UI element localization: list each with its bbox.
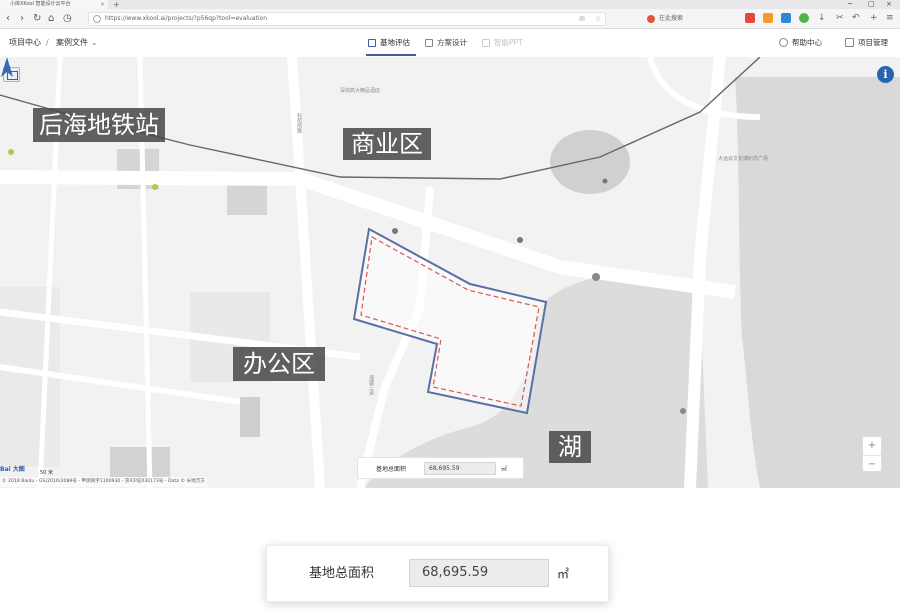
help-center-label: 帮助中心 <box>792 38 822 47</box>
annotation-lake: 湖 <box>549 431 591 463</box>
evaluation-icon <box>368 39 376 47</box>
annotation-office-area: 办公区 <box>233 347 325 381</box>
browser-toolbar: ‹ › ↻ ⌂ ◷ https://www.xkool.ai/projects/… <box>0 9 900 29</box>
extension-green-icon[interactable] <box>799 13 809 23</box>
site-favicon-icon <box>93 15 101 23</box>
site-area-zoom-panel: 基地总面积 68,695.59 ㎡ <box>266 545 609 602</box>
poi-dot <box>152 184 158 190</box>
undo-icon[interactable]: ↶ <box>852 12 860 24</box>
extension-play-icon[interactable] <box>781 13 791 23</box>
tab-close-icon[interactable]: × <box>100 0 105 9</box>
poi-label: 深圳高大精品酒店 <box>340 88 381 94</box>
road-label: 海德三道 <box>368 375 374 395</box>
park-shape <box>735 77 900 488</box>
design-icon <box>425 39 433 47</box>
bookmark-star-icon[interactable]: ☆ <box>595 13 601 25</box>
tab-smart-ppt: 智能PPT <box>482 37 523 49</box>
home-icon[interactable]: ⌂ <box>48 12 54 26</box>
poi-dot <box>392 228 398 234</box>
poi-dot <box>8 149 14 155</box>
poi-label: 大运会文化博纪念广场 <box>718 156 769 162</box>
project-management-button[interactable]: 项目管理 <box>845 38 888 48</box>
scale-bar: 50 米 <box>40 470 53 476</box>
history-icon[interactable]: ◷ <box>63 12 72 26</box>
project-management-label: 项目管理 <box>858 38 888 47</box>
map-view[interactable]: i 深圳高大精品酒店 大运会文化博纪念广场 科苑南路 海德三道 后海地铁站 商业… <box>0 57 900 488</box>
search-engine-label: 在此搜索 <box>659 15 684 22</box>
search-engine-icon <box>647 15 655 23</box>
building-block <box>240 397 260 437</box>
breadcrumb-project-center[interactable]: 项目中心 <box>9 38 41 48</box>
help-icon <box>779 38 788 47</box>
tab-label: 智能PPT <box>494 38 523 47</box>
site-area-unit: ㎡ <box>501 466 508 473</box>
poi-dot <box>680 408 686 414</box>
poi-dot <box>592 273 600 281</box>
site-area-label: 基地总面积 <box>309 566 375 581</box>
ppt-icon <box>482 39 490 47</box>
zoom-out-button[interactable]: − <box>863 455 881 472</box>
breadcrumb-case-file[interactable]: 案例文件 <box>56 38 88 48</box>
extension-video-icon[interactable] <box>763 13 773 23</box>
site-area-label: 基地总面积 <box>376 466 407 473</box>
info-icon[interactable]: i <box>877 66 894 83</box>
address-bar[interactable]: https://www.xkool.ai/projects/?p56qp?too… <box>88 12 606 26</box>
poi-dot <box>602 178 608 184</box>
minimize-button[interactable]: ─ <box>848 0 852 9</box>
maximize-button[interactable]: □ <box>868 0 875 9</box>
add-icon[interactable]: + <box>870 12 878 24</box>
browser-tab[interactable]: 小库XKool 智能设计云平台 <box>0 0 108 9</box>
reload-icon[interactable]: ↻ <box>33 12 41 26</box>
url-text[interactable]: https://www.xkool.ai/projects/?p56qp?too… <box>105 13 267 25</box>
app-header: 项目中心 / 案例文件 ⌄ 基地评估 方案设计 智能PPT 帮助中心 项目管理 <box>0 29 900 57</box>
site-area-value: 68,695.59 <box>409 559 549 587</box>
site-area-widget: 基地总面积 68,695.59 ㎡ <box>357 457 524 479</box>
site-area-unit: ㎡ <box>557 567 570 581</box>
tab-site-evaluation[interactable]: 基地评估 <box>368 37 410 49</box>
browser-tab-title: 小库XKool 智能设计云平台 <box>10 1 71 7</box>
annotation-metro-station: 后海地铁站 <box>33 108 165 142</box>
layers-icon <box>845 38 854 47</box>
zoom-in-button[interactable]: + <box>863 437 881 454</box>
back-icon[interactable]: ‹ <box>6 12 10 26</box>
help-center-button[interactable]: 帮助中心 <box>779 38 822 48</box>
zoom-control: + − <box>862 436 882 472</box>
download-icon[interactable]: ↓ <box>818 12 826 24</box>
close-window-button[interactable]: × <box>886 0 892 9</box>
baidu-logo: Bai 大图 <box>0 466 25 473</box>
share-icon[interactable]: ✉ <box>579 13 585 25</box>
map-copyright: © 2018 Baidu - GS(2016)2089号 - 甲测资字11009… <box>0 477 207 487</box>
tab-label: 基地评估 <box>380 38 410 47</box>
road-label: 科苑南路 <box>296 113 302 133</box>
browser-search-box[interactable]: 在此搜索 <box>645 12 725 26</box>
menu-icon[interactable]: ≡ <box>886 12 894 24</box>
tab-scheme-design[interactable]: 方案设计 <box>425 37 467 49</box>
new-tab-button[interactable]: + <box>113 0 120 9</box>
forward-icon[interactable]: › <box>20 12 24 26</box>
site-area-value: 68,695.59 <box>424 462 496 475</box>
chevron-down-icon[interactable]: ⌄ <box>91 38 98 48</box>
annotation-commercial-area: 商业区 <box>343 128 431 160</box>
active-tab-indicator <box>366 54 416 56</box>
extension-game-icon[interactable] <box>745 13 755 23</box>
browser-tab-strip: 小库XKool 智能设计云平台 × + ─ □ × <box>0 0 900 9</box>
cut-icon[interactable]: ✂ <box>836 12 844 24</box>
tab-label: 方案设计 <box>437 38 467 47</box>
poi-dot <box>517 237 523 243</box>
stadium-shape <box>550 130 630 194</box>
breadcrumb-separator: / <box>46 38 49 47</box>
building-block <box>110 447 170 477</box>
compass-icon[interactable] <box>0 57 14 79</box>
